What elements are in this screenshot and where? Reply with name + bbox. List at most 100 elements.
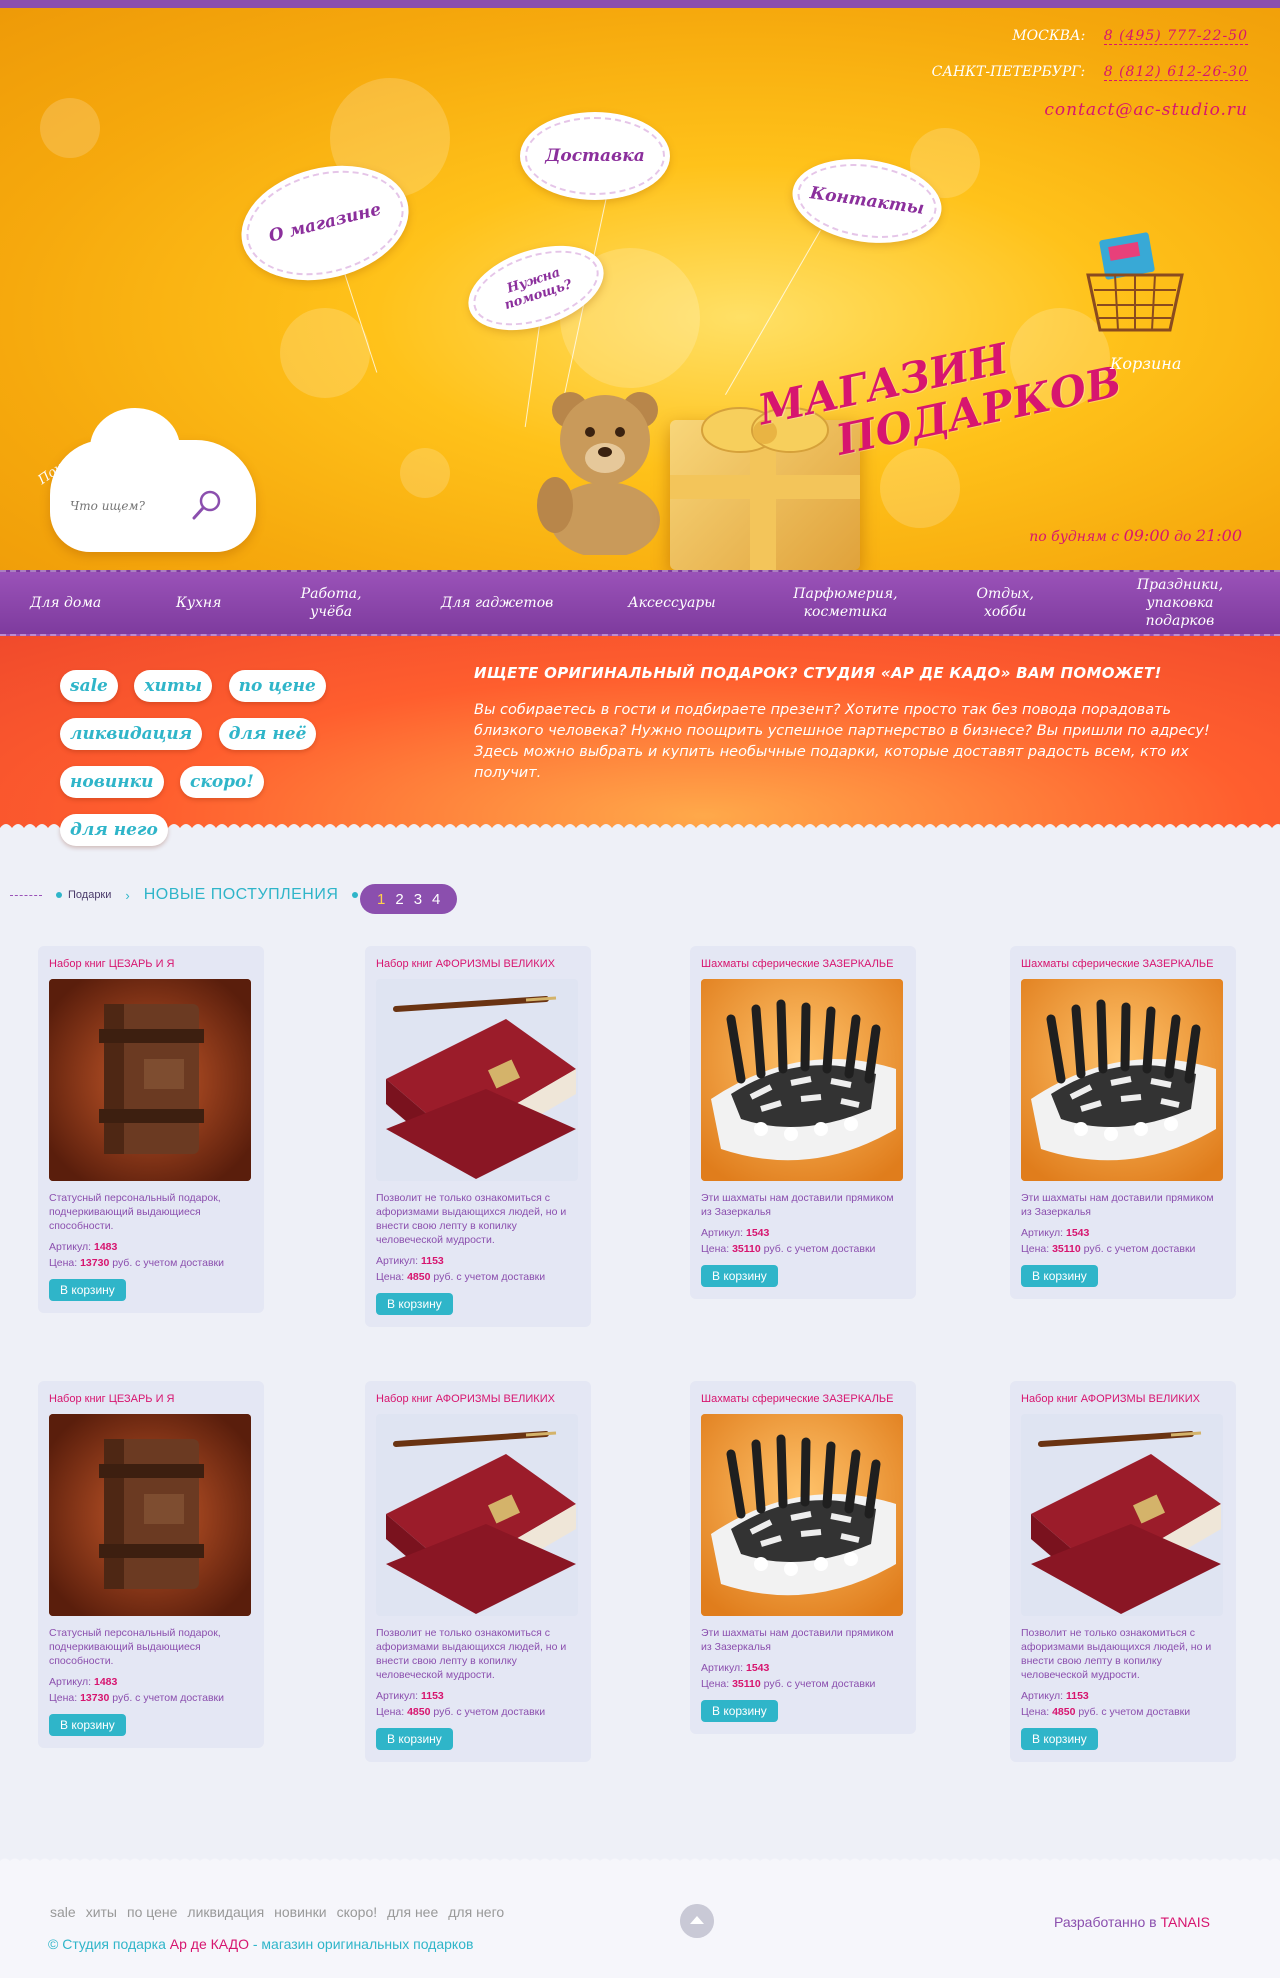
tag-hits[interactable]: хиты [134, 670, 213, 702]
nav-item-leisure[interactable]: Отдых, хобби [975, 585, 1035, 621]
product-price: Цена: 4850 руб. с учетом доставки [376, 1271, 546, 1283]
product-name[interactable]: Набор книг ЦЕЗАРЬ И Я [49, 958, 253, 970]
product-card: Набор книг АФОРИЗМЫ ВЕЛИКИХ Позволит не т… [365, 1381, 591, 1762]
product-article: Артикул: 1543 [701, 1662, 770, 1674]
working-hours: по будням с 09:00 до 21:00 [1029, 526, 1242, 545]
product-article: Артикул: 1543 [701, 1227, 770, 1239]
footer-link-hits[interactable]: хиты [86, 1904, 117, 1920]
phone-moscow[interactable]: 8 (495) 777-22-50 [1103, 28, 1248, 45]
page-1[interactable]: 1 [377, 891, 385, 908]
footer-link-for-her[interactable]: для нее [387, 1904, 438, 1920]
product-description: Эти шахматы нам доставили прямиком из За… [701, 1627, 894, 1653]
product-price: Цена: 4850 руб. с учетом доставки [1021, 1706, 1191, 1718]
product-name[interactable]: Шахматы сферические ЗАЗЕРКАЛЬЕ [701, 958, 905, 970]
product-name[interactable]: Набор книг АФОРИЗМЫ ВЕЛИКИХ [1021, 1393, 1225, 1405]
product-card: Набор книг АФОРИЗМЫ ВЕЛИКИХ Позволит не т… [1010, 1381, 1236, 1762]
tag-by-price[interactable]: по цене [228, 670, 326, 702]
pagination: 1 2 3 4 [360, 884, 458, 914]
nav-item-perfume[interactable]: Парфюмерия, косметика [790, 585, 900, 621]
breadcrumb-separator-icon: › [125, 887, 130, 903]
product-name[interactable]: Шахматы сферические ЗАЗЕРКАЛЬЕ [1021, 958, 1225, 970]
footer-links: sale хиты по цене ликвидация новинки ско… [50, 1904, 514, 1920]
product-image[interactable] [701, 979, 903, 1181]
product-article: Артикул: 1483 [49, 1241, 118, 1253]
product-image[interactable] [701, 1414, 903, 1616]
nav-item-accessories[interactable]: Аксессуары [628, 594, 716, 612]
tag-for-him[interactable]: для него [60, 814, 168, 846]
product-card: Набор книг АФОРИЗМЫ ВЕЛИКИХ Позволит не т… [365, 946, 591, 1327]
add-to-cart-button[interactable]: В корзину [1021, 1265, 1098, 1287]
tag-soon[interactable]: скоро! [179, 766, 264, 798]
page-3[interactable]: 3 [414, 891, 422, 908]
phone-spb[interactable]: 8 (812) 612-26-30 [1103, 64, 1248, 81]
contact-moscow: МОСКВА: 8 (495) 777-22-50 [1012, 28, 1248, 45]
page-4[interactable]: 4 [432, 891, 440, 908]
product-image[interactable] [49, 979, 251, 1181]
nav-item-holidays[interactable]: Праздники, упаковка подарков [1110, 576, 1250, 630]
nav-item-work[interactable]: Работа, учёба [296, 585, 366, 621]
search-input[interactable] [70, 492, 180, 520]
promo-text: ИЩЕТЕ ОРИГИНАЛЬНЫЙ ПОДАРОК? СТУДИЯ «АР Д… [474, 664, 1220, 784]
footer-link-by-price[interactable]: по цене [127, 1904, 177, 1920]
footer-link-liquidation[interactable]: ликвидация [187, 1904, 264, 1920]
add-to-cart-button[interactable]: В корзину [701, 1700, 778, 1722]
product-article: Артикул: 1543 [1021, 1227, 1090, 1239]
product-card: Набор книг ЦЕЗАРЬ И Я Статусный персональ… [38, 946, 264, 1313]
product-price: Цена: 35110 руб. с учетом доставки [701, 1243, 876, 1255]
tag-liquidation[interactable]: ликвидация [60, 718, 203, 750]
product-name[interactable]: Набор книг ЦЕЗАРЬ И Я [49, 1393, 253, 1405]
header-contacts: МОСКВА: 8 (495) 777-22-50 САНКТ-ПЕТЕРБУР… [932, 28, 1248, 120]
footer-link-for-him[interactable]: для него [448, 1904, 504, 1920]
product-description: Статусный персональный подарок, подчерки… [49, 1627, 221, 1667]
search-icon[interactable] [190, 488, 224, 522]
cart-basket-icon[interactable] [1080, 230, 1190, 340]
top-accent-line [0, 0, 1280, 8]
product-price: Цена: 13730 руб. с учетом доставки [49, 1257, 224, 1269]
footer-link-new[interactable]: новинки [274, 1904, 326, 1920]
product-name[interactable]: Набор книг АФОРИЗМЫ ВЕЛИКИХ [376, 1393, 580, 1405]
product-name[interactable]: Шахматы сферические ЗАЗЕРКАЛЬЕ [701, 1393, 905, 1405]
tag-cloud: sale хиты по цене ликвидация для неё нов… [60, 670, 400, 862]
breadcrumb-dot [352, 892, 359, 898]
product-image[interactable] [1021, 979, 1223, 1181]
product-article: Артикул: 1153 [1021, 1690, 1089, 1702]
contact-email[interactable]: contact@ac-studio.ru [932, 100, 1248, 120]
page-2[interactable]: 2 [395, 891, 403, 908]
cloud-delivery[interactable]: Доставка [520, 112, 670, 200]
product-card: Шахматы сферические ЗАЗЕРКАЛЬЕ Эти шахмат… [1010, 946, 1236, 1299]
product-card: Набор книг ЦЕЗАРЬ И Я Статусный персональ… [38, 1381, 264, 1748]
product-article: Артикул: 1153 [376, 1255, 444, 1267]
product-price: Цена: 4850 руб. с учетом доставки [376, 1706, 546, 1718]
add-to-cart-button[interactable]: В корзину [701, 1265, 778, 1287]
add-to-cart-button[interactable]: В корзину [376, 1293, 453, 1315]
nav-item-kitchen[interactable]: Кухня [176, 594, 221, 612]
tag-sale[interactable]: sale [60, 670, 118, 702]
footer-link-sale[interactable]: sale [50, 1904, 76, 1920]
add-to-cart-button[interactable]: В корзину [1021, 1728, 1098, 1750]
developer-brand[interactable]: TANAIS [1160, 1914, 1210, 1930]
main-nav: Для дома Кухня Работа, учёба Для гаджето… [0, 570, 1280, 636]
product-description: Эти шахматы нам доставили прямиком из За… [701, 1192, 894, 1218]
product-article: Артикул: 1483 [49, 1676, 118, 1688]
breadcrumb: Подарки › НОВЫЕ ПОСТУПЛЕНИЯ [10, 886, 364, 904]
add-to-cart-button[interactable]: В корзину [376, 1728, 453, 1750]
product-image[interactable] [376, 979, 578, 1181]
nav-item-home[interactable]: Для дома [30, 594, 101, 612]
nav-item-gadgets[interactable]: Для гаджетов [441, 594, 553, 612]
scroll-top-icon[interactable] [680, 1904, 714, 1938]
breadcrumb-home[interactable]: Подарки [68, 889, 111, 901]
add-to-cart-button[interactable]: В корзину [49, 1279, 126, 1301]
footer-link-soon[interactable]: скоро! [337, 1904, 378, 1920]
product-name[interactable]: Набор книг АФОРИЗМЫ ВЕЛИКИХ [376, 958, 580, 970]
product-image[interactable] [1021, 1414, 1223, 1616]
copyright-brand[interactable]: Ар де КАДО [170, 1936, 249, 1952]
product-description: Позволит не только ознакомиться с афориз… [1021, 1627, 1212, 1681]
product-card: Шахматы сферические ЗАЗЕРКАЛЬЕ Эти шахмат… [690, 946, 916, 1299]
tag-for-her[interactable]: для неё [218, 718, 317, 750]
cart-label[interactable]: Корзина [1110, 354, 1181, 373]
product-image[interactable] [376, 1414, 578, 1616]
product-image[interactable] [49, 1414, 251, 1616]
tag-new[interactable]: новинки [60, 766, 164, 798]
add-to-cart-button[interactable]: В корзину [49, 1714, 126, 1736]
product-price: Цена: 35110 руб. с учетом доставки [701, 1678, 876, 1690]
